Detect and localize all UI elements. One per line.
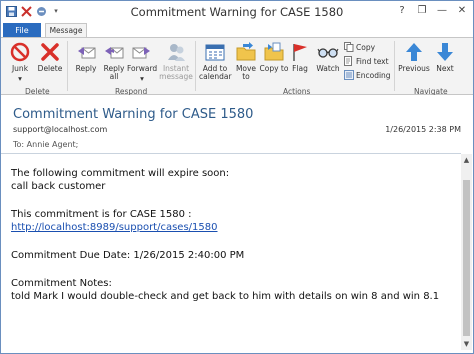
encoding-icon <box>344 70 354 80</box>
reply-icon <box>78 47 96 59</box>
case-link[interactable]: http://localhost:8989/support/cases/1580 <box>11 222 218 234</box>
forward-button[interactable]: Forward ▾ <box>127 41 157 83</box>
to-label: To: <box>13 140 25 149</box>
to-recipient[interactable]: Annie Agent; <box>27 140 79 149</box>
scroll-down-arrow[interactable]: ▼ <box>461 338 472 350</box>
down-arrow-icon <box>437 43 453 61</box>
encoding-button[interactable]: Encoding <box>344 70 391 80</box>
message-header: Commitment Warning for CASE 1580 support… <box>1 95 473 153</box>
title-bar: ▾ Commitment Warning for CASE 1580 ? ❐ —… <box>1 1 473 23</box>
move-to-button[interactable]: Move to <box>231 41 261 81</box>
find-text-button[interactable]: Find text <box>344 56 389 66</box>
copy-button[interactable]: Copy <box>344 42 375 52</box>
forward-dropdown-arrow: ▾ <box>140 74 144 83</box>
junk-dropdown-arrow: ▾ <box>18 74 22 83</box>
ribbon-tabs: File Message <box>1 23 473 37</box>
watch-label: Watch <box>316 64 340 73</box>
help-button[interactable]: ? <box>394 3 410 17</box>
junk-icon <box>10 42 30 62</box>
minimize-button[interactable]: — <box>434 3 450 17</box>
message-subject: Commitment Warning for CASE 1580 <box>13 107 254 122</box>
message-window: ▾ Commitment Warning for CASE 1580 ? ❐ —… <box>0 0 474 354</box>
add-to-calendar-button[interactable]: Add to calendar <box>199 41 232 81</box>
forward-icon <box>132 47 150 59</box>
find-text-icon <box>344 56 354 66</box>
instant-message-icon <box>168 44 185 61</box>
message-recipients: To: Annie Agent; <box>13 140 78 149</box>
watch-button[interactable]: Watch <box>313 41 343 73</box>
copy-to-folder-icon <box>264 42 284 61</box>
junk-label: Junk <box>11 64 29 73</box>
scroll-up-arrow[interactable]: ▲ <box>461 154 472 166</box>
body-line: call back customer <box>11 181 106 192</box>
move-to-folder-icon <box>236 42 256 61</box>
previous-label: Previous <box>398 64 430 73</box>
message-body: The following commitment will expire soo… <box>1 154 461 350</box>
restore-button[interactable]: ❐ <box>414 3 430 17</box>
body-line: This commitment is for CASE 1580 : <box>11 209 192 220</box>
vertical-scrollbar[interactable]: ▲ ▼ <box>461 154 472 350</box>
window-controls: ? ❐ — ✕ <box>394 3 470 17</box>
reply-button[interactable]: Reply <box>71 41 101 73</box>
encoding-label: Encoding <box>356 70 391 80</box>
group-separator <box>394 41 395 91</box>
copy-icon <box>344 42 354 52</box>
message-date: 1/26/2015 2:38 PM <box>385 125 461 134</box>
watch-glasses-icon <box>317 48 339 58</box>
tab-message[interactable]: Message <box>45 23 87 37</box>
add-to-calendar-label: Add to calendar <box>199 64 232 81</box>
instant-message-label: Instant message <box>159 64 193 81</box>
copy-label: Copy <box>356 42 376 52</box>
body-line: told Mark I would double-check and get b… <box>11 291 440 302</box>
reply-all-label: Reply all <box>103 64 125 81</box>
calendar-icon <box>205 44 225 61</box>
reply-label: Reply <box>75 64 97 73</box>
group-separator <box>195 41 196 91</box>
delete-label: Delete <box>37 64 63 73</box>
next-button[interactable]: Next <box>430 41 460 73</box>
move-to-label: Move to <box>235 64 257 81</box>
delete-icon <box>41 43 59 61</box>
up-arrow-icon <box>406 43 422 61</box>
flag-icon <box>293 44 307 61</box>
ribbon: Junk ▾ Delete Delete Reply Reply all For… <box>1 37 473 96</box>
flag-button[interactable]: Flag <box>285 41 315 73</box>
close-window-button[interactable]: ✕ <box>454 3 470 17</box>
instant-message-button[interactable]: Instant message <box>159 41 193 81</box>
body-line: Commitment Notes: <box>11 278 112 289</box>
body-line: The following commitment will expire soo… <box>11 168 230 179</box>
message-sender[interactable]: support@localhost.com <box>13 125 107 134</box>
next-label: Next <box>436 64 454 73</box>
body-line: Commitment Due Date: 1/26/2015 2:40:00 P… <box>11 250 245 261</box>
tab-file[interactable]: File <box>3 23 41 37</box>
previous-button[interactable]: Previous <box>398 41 430 73</box>
reply-all-icon <box>105 47 124 59</box>
delete-button[interactable]: Delete <box>35 41 65 73</box>
find-text-label: Find text <box>356 56 389 66</box>
reply-all-button[interactable]: Reply all <box>99 41 129 81</box>
junk-button[interactable]: Junk ▾ <box>5 41 35 83</box>
group-separator <box>67 41 68 91</box>
forward-label: Forward <box>127 64 158 73</box>
flag-label: Flag <box>292 64 308 73</box>
scroll-thumb[interactable] <box>463 180 470 336</box>
